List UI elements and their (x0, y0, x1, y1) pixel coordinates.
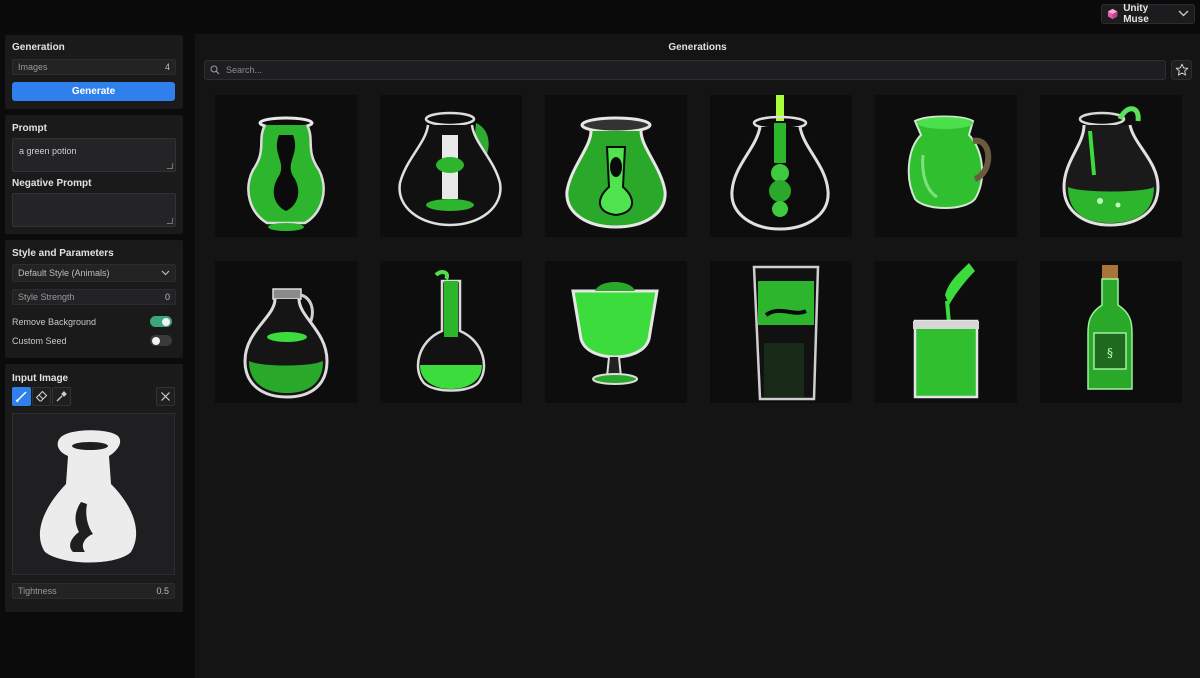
generations-panel: Generations Search... § (195, 34, 1200, 678)
star-icon (1175, 63, 1188, 76)
negative-prompt-title: Negative Prompt (12, 178, 92, 189)
search-input[interactable]: Search... (204, 60, 1166, 80)
remove-background-toggle[interactable] (150, 316, 172, 327)
brush-tool-button[interactable] (12, 387, 31, 406)
generation-thumbnail-3[interactable] (545, 95, 687, 237)
account-label: Unity Muse (1123, 3, 1149, 25)
images-value: 4 (164, 62, 170, 72)
tightness-value: 0.5 (156, 586, 169, 596)
generation-thumbnail-11[interactable] (875, 261, 1017, 403)
favorites-button[interactable] (1171, 60, 1192, 80)
generation-thumbnail-2[interactable] (380, 95, 522, 237)
generate-button[interactable]: Generate (12, 82, 175, 101)
brush-icon (15, 391, 27, 403)
generation-thumbnail-1[interactable] (215, 95, 357, 237)
tightness-field[interactable]: Tightness 0.5 (12, 583, 175, 599)
prompt-text: a green potion (19, 146, 77, 156)
search-icon (210, 65, 220, 75)
top-bar: Unity Muse (0, 0, 1200, 30)
custom-seed-label: Custom Seed (12, 336, 67, 346)
generation-thumbnail-12[interactable]: § (1040, 261, 1182, 403)
generation-thumbnail-4[interactable] (710, 95, 852, 237)
style-strength-field[interactable]: Style Strength 0 (12, 289, 176, 305)
images-label: Images (18, 62, 48, 72)
eraser-tool-button[interactable] (32, 387, 51, 406)
flask-sketch (39, 430, 137, 563)
generation-title: Generation (12, 42, 65, 53)
style-parameters-title: Style and Parameters (12, 248, 114, 259)
generation-thumbnail-5[interactable] (875, 95, 1017, 237)
close-icon (161, 392, 170, 401)
generation-thumbnail-10[interactable] (710, 261, 852, 403)
eyedropper-icon (56, 391, 67, 402)
generation-thumbnail-7[interactable] (215, 261, 357, 403)
chevron-down-icon (1178, 9, 1189, 19)
generation-thumbnail-8[interactable] (380, 261, 522, 403)
unity-muse-account-button[interactable]: Unity Muse (1101, 3, 1195, 25)
prompt-title: Prompt (12, 123, 47, 134)
generation-thumbnail-6[interactable] (1040, 95, 1182, 237)
style-strength-value: 0 (164, 292, 170, 302)
style-strength-label: Style Strength (18, 292, 75, 302)
negative-prompt-textarea[interactable] (12, 193, 176, 227)
unity-muse-logo-icon (1107, 8, 1118, 20)
style-select-value: Default Style (Animals) (18, 268, 110, 278)
resize-grip-icon[interactable] (166, 163, 174, 169)
tightness-label: Tightness (18, 586, 57, 596)
generation-thumbnail-9[interactable] (545, 261, 687, 403)
svg-text:§: § (1107, 346, 1113, 360)
input-image-title: Input Image (12, 373, 69, 384)
prompt-panel: Prompt a green potion Negative Prompt (5, 115, 183, 234)
clear-input-button[interactable] (156, 387, 175, 406)
generations-title: Generations (668, 42, 727, 53)
remove-background-label: Remove Background (12, 317, 97, 327)
eraser-icon (35, 390, 48, 402)
chevron-down-icon (161, 268, 170, 278)
input-image-canvas[interactable] (12, 413, 175, 575)
eyedropper-tool-button[interactable] (52, 387, 71, 406)
resize-grip-icon[interactable] (166, 218, 174, 224)
prompt-textarea[interactable]: a green potion (12, 138, 176, 172)
custom-seed-toggle[interactable] (150, 335, 172, 346)
style-select[interactable]: Default Style (Animals) (12, 264, 176, 282)
search-placeholder: Search... (226, 65, 263, 75)
images-count-field[interactable]: Images 4 (12, 59, 176, 75)
